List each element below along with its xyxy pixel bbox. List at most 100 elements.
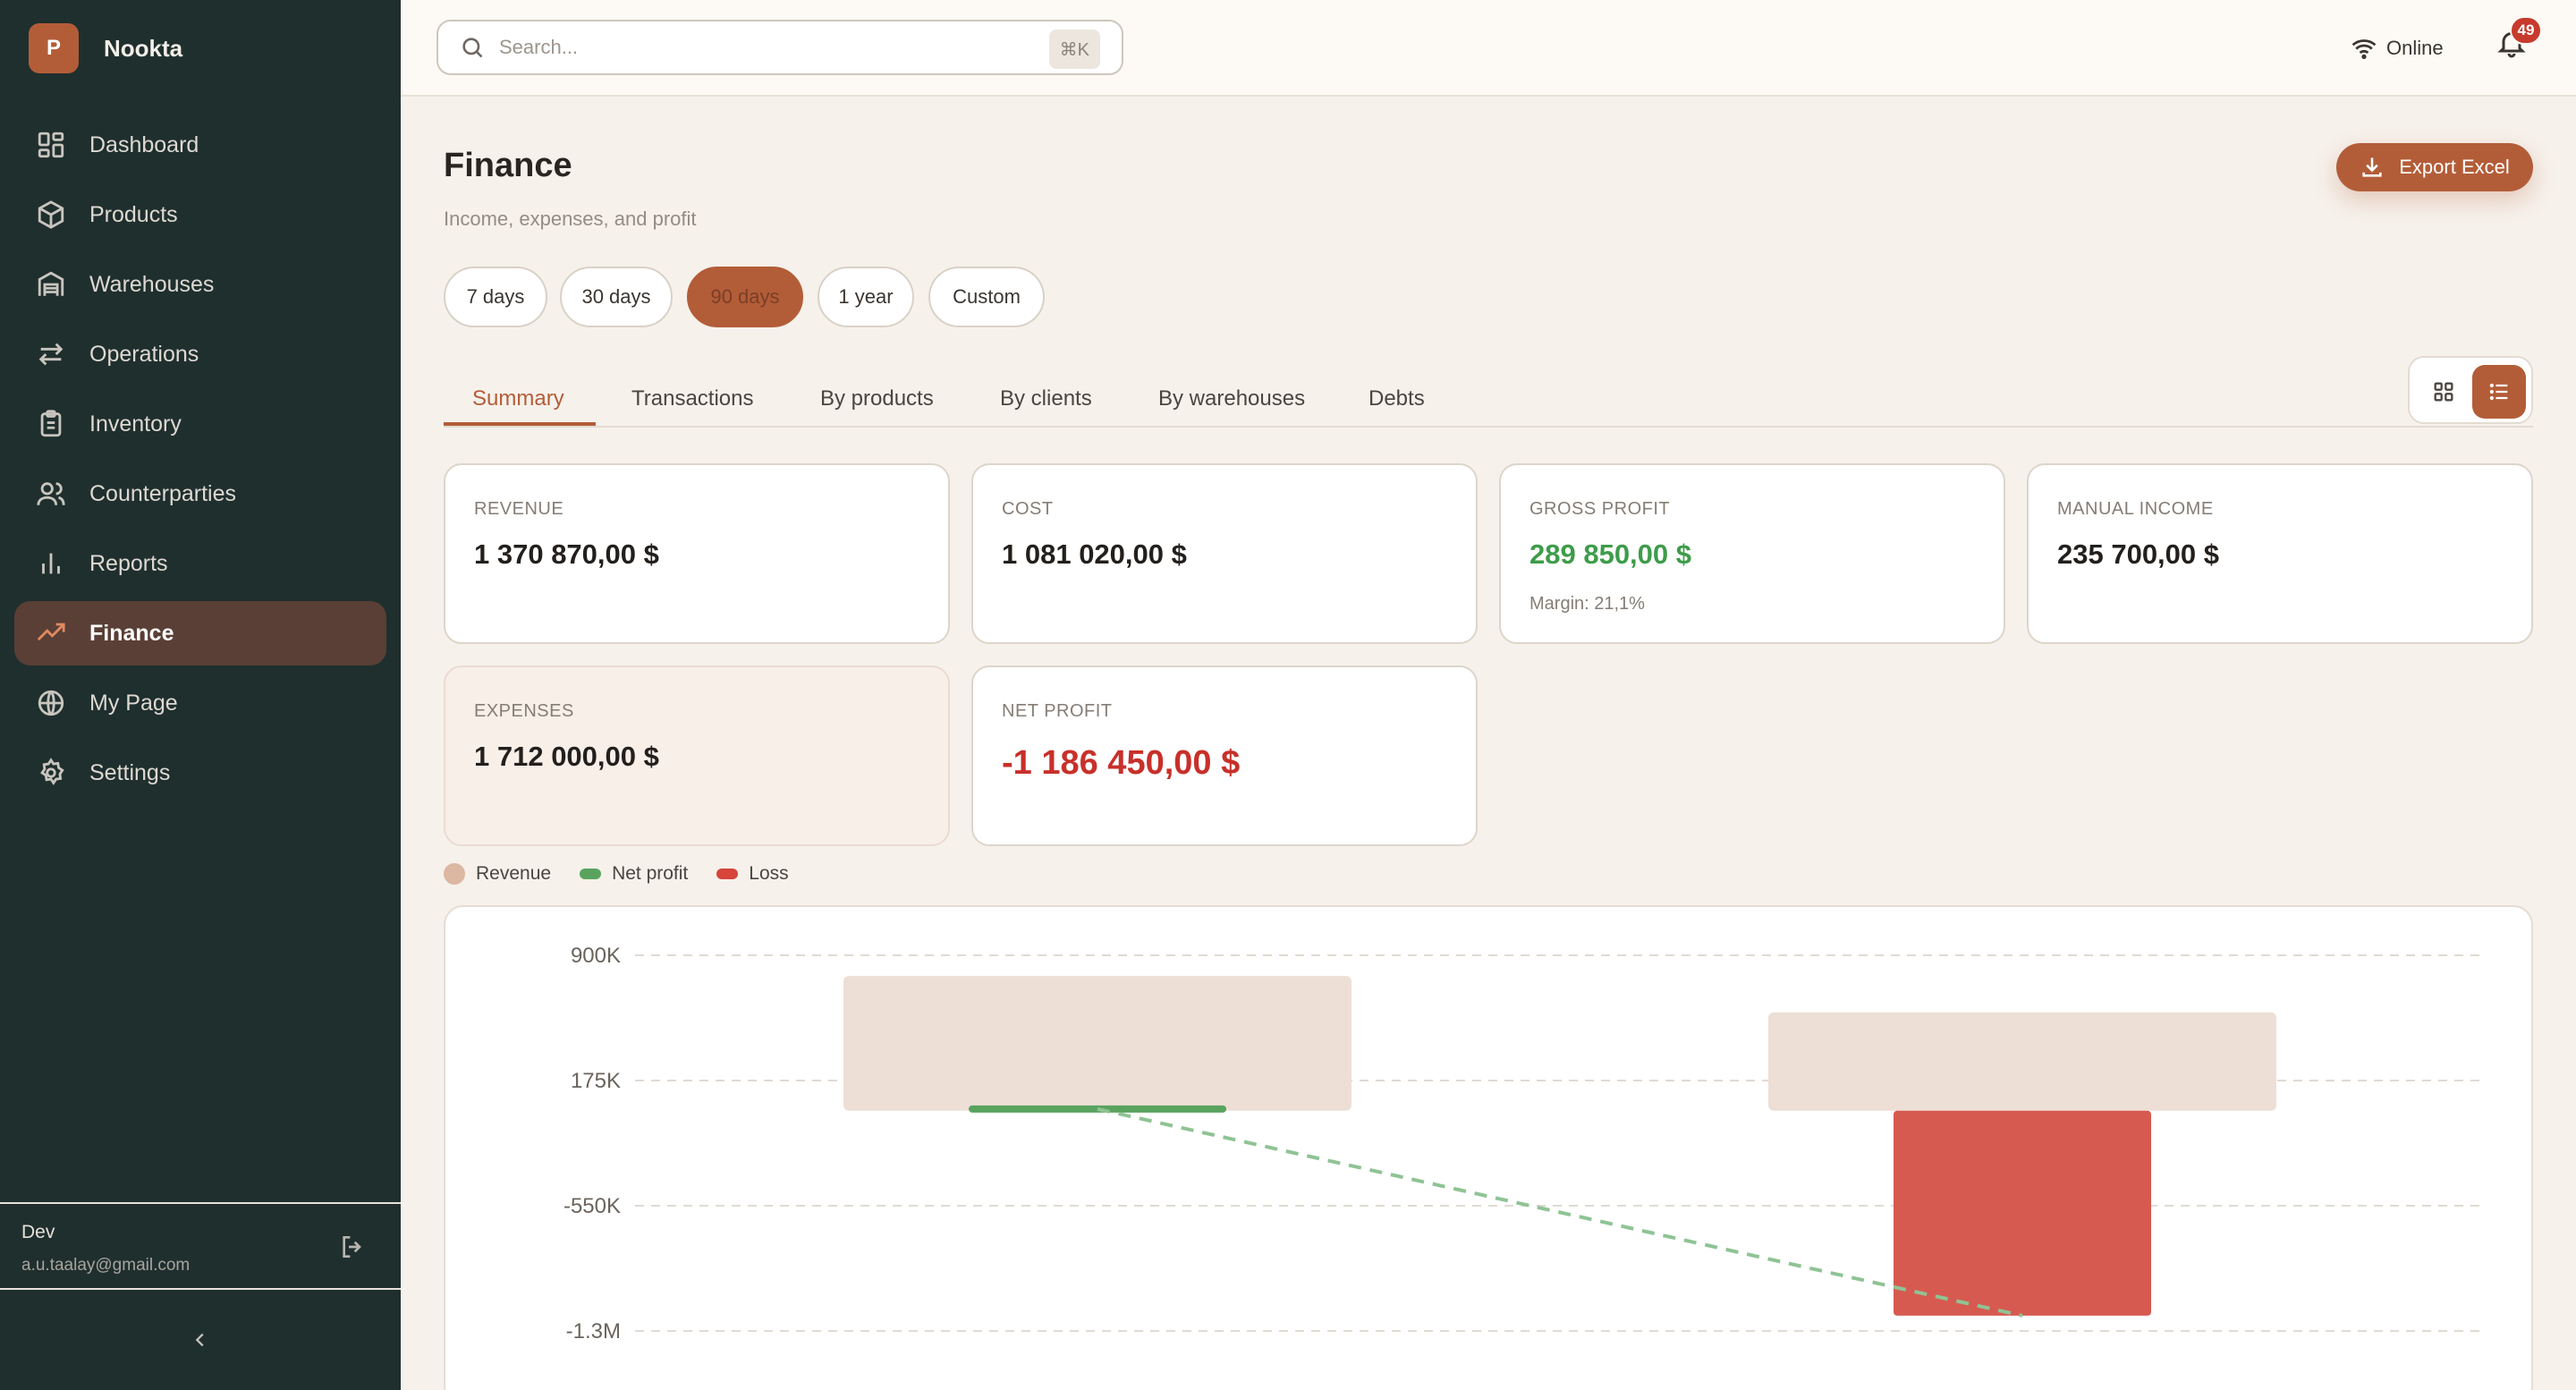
loss-bar: [1894, 1110, 2151, 1316]
logout-icon: [343, 1236, 361, 1258]
legend-item-loss: Loss: [716, 863, 789, 885]
sidebar-item-label: Settings: [89, 759, 171, 785]
sidebar-divider: [0, 1202, 401, 1204]
legend-label: Loss: [749, 863, 789, 884]
sidebar-item-label: Inventory: [89, 411, 182, 436]
period-7-days[interactable]: 7 days: [444, 267, 547, 327]
sidebar-item-inventory[interactable]: Inventory: [14, 392, 386, 456]
search-shortcut: ⌘K: [1048, 30, 1100, 69]
sidebar-item-label: Dashboard: [89, 131, 199, 157]
sidebar-item-operations[interactable]: Operations: [14, 322, 386, 386]
sidebar-item-label: Operations: [89, 341, 199, 367]
sidebar-item-finance[interactable]: Finance: [14, 601, 386, 665]
net-profit-card: NET PROFIT -1 186 450,00 $: [971, 665, 1478, 846]
expenses-card: EXPENSES 1 712 000,00 $: [444, 665, 950, 846]
page-subtitle: Income, expenses, and profit: [444, 208, 697, 230]
tab-by-clients[interactable]: By clients: [1000, 372, 1092, 426]
sidebar-item-settings[interactable]: Settings: [14, 741, 386, 805]
loss-swatch: [716, 869, 739, 879]
sidebar-divider: [0, 1288, 401, 1290]
grid-view-button[interactable]: [2417, 365, 2470, 419]
sidebar-item-label: Reports: [89, 550, 168, 576]
cost-card: COST 1 081 020,00 $: [971, 463, 1478, 644]
search-input[interactable]: [499, 36, 1000, 59]
box-icon: [36, 199, 66, 230]
period-30-days[interactable]: 30 days: [560, 267, 673, 327]
logout-button[interactable]: [338, 1233, 374, 1268]
sidebar-item-dashboard[interactable]: Dashboard: [14, 113, 386, 177]
sidebar-item-label: My Page: [89, 690, 178, 716]
card-label: NET PROFIT: [1002, 701, 1113, 721]
tab-by-products[interactable]: By products: [820, 372, 934, 426]
legend-item-net-profit: Net profit: [580, 863, 688, 885]
card-value: 235 700,00 $: [2057, 538, 2220, 570]
download-icon: [2362, 157, 2382, 177]
card-value: -1 186 450,00 $: [1002, 744, 1241, 782]
sidebar-item-label: Counterparties: [89, 480, 236, 506]
sidebar-item-my-page[interactable]: My Page: [14, 671, 386, 735]
y-tick-label: 175K: [571, 1069, 621, 1093]
period-90-days[interactable]: 90 days: [687, 267, 803, 327]
tab-summary[interactable]: Summary: [472, 372, 564, 426]
sidebar: P Nookta Dashboard Products Warehouses O…: [0, 0, 401, 1390]
net-profit-swatch: [580, 869, 602, 879]
legend-item-revenue: Revenue: [444, 863, 551, 885]
card-value: 1 712 000,00 $: [474, 741, 659, 772]
clipboard-icon: [36, 409, 66, 439]
trending-up-icon: [36, 618, 66, 648]
card-label: MANUAL INCOME: [2057, 499, 2214, 519]
chart-legend: Revenue Net profit Loss: [444, 860, 818, 887]
active-tab-indicator: [444, 422, 596, 426]
brand[interactable]: P Nookta: [29, 23, 182, 73]
arrows-icon: [36, 339, 66, 369]
search-bar[interactable]: ⌘K: [436, 20, 1123, 75]
sidebar-item-label: Finance: [89, 620, 174, 646]
collapse-sidebar-button[interactable]: [186, 1326, 215, 1354]
legend-label: Revenue: [476, 863, 552, 884]
net-profit-trend-line: [1097, 1106, 2023, 1318]
card-value: 1 081 020,00 $: [1002, 538, 1187, 570]
card-label: REVENUE: [474, 499, 564, 519]
topbar: ⌘K Online 49: [401, 0, 2576, 97]
revenue-swatch: [444, 863, 465, 885]
y-tick-label: -550K: [564, 1194, 621, 1218]
page-title: Finance: [444, 147, 572, 184]
user-email: a.u.taalay@gmail.com: [21, 1256, 191, 1275]
search-icon: [460, 35, 485, 60]
sidebar-item-label: Products: [89, 201, 178, 227]
brand-logo: P: [29, 23, 79, 73]
dashboard-icon: [36, 130, 66, 160]
sidebar-item-products[interactable]: Products: [14, 182, 386, 247]
period-custom[interactable]: Custom: [928, 267, 1045, 327]
sidebar-item-warehouses[interactable]: Warehouses: [14, 252, 386, 317]
tab-transactions[interactable]: Transactions: [631, 372, 754, 426]
bar-chart-icon: [36, 548, 66, 579]
period-1-year[interactable]: 1 year: [818, 267, 914, 327]
globe-icon: [36, 688, 66, 718]
card-value: 1 370 870,00 $: [474, 538, 659, 570]
y-tick-label: 900K: [571, 944, 621, 968]
sidebar-item-counterparties[interactable]: Counterparties: [14, 462, 386, 526]
view-toggle: [2408, 356, 2533, 424]
grid-icon: [2434, 382, 2453, 402]
margin-text: Margin: 21,1%: [1530, 594, 1645, 614]
sidebar-item-reports[interactable]: Reports: [14, 531, 386, 596]
export-excel-button[interactable]: Export Excel: [2336, 143, 2533, 191]
revenue-bar: [1768, 1012, 2276, 1111]
tab-debts[interactable]: Debts: [1368, 372, 1425, 426]
users-icon: [36, 479, 66, 509]
net-profit-bar: [969, 1105, 1226, 1113]
notification-count-badge: 49: [2510, 16, 2542, 45]
card-value: 289 850,00 $: [1530, 538, 1692, 570]
gross-profit-card: GROSS PROFIT 289 850,00 $ Margin: 21,1%: [1499, 463, 2005, 644]
chevron-left-icon: [195, 1333, 204, 1347]
finance-chart-svg: 900K 175K -550K -1.3M: [564, 944, 2485, 1343]
card-label: EXPENSES: [474, 701, 574, 721]
manual-income-card: MANUAL INCOME 235 700,00 $: [2027, 463, 2533, 644]
wifi-icon: [2351, 39, 2377, 59]
list-view-button[interactable]: [2472, 365, 2526, 419]
brand-name: Nookta: [104, 34, 183, 62]
revenue-bar: [843, 976, 1352, 1111]
tab-by-warehouses[interactable]: By warehouses: [1158, 372, 1305, 426]
revenue-card: REVENUE 1 370 870,00 $: [444, 463, 950, 644]
